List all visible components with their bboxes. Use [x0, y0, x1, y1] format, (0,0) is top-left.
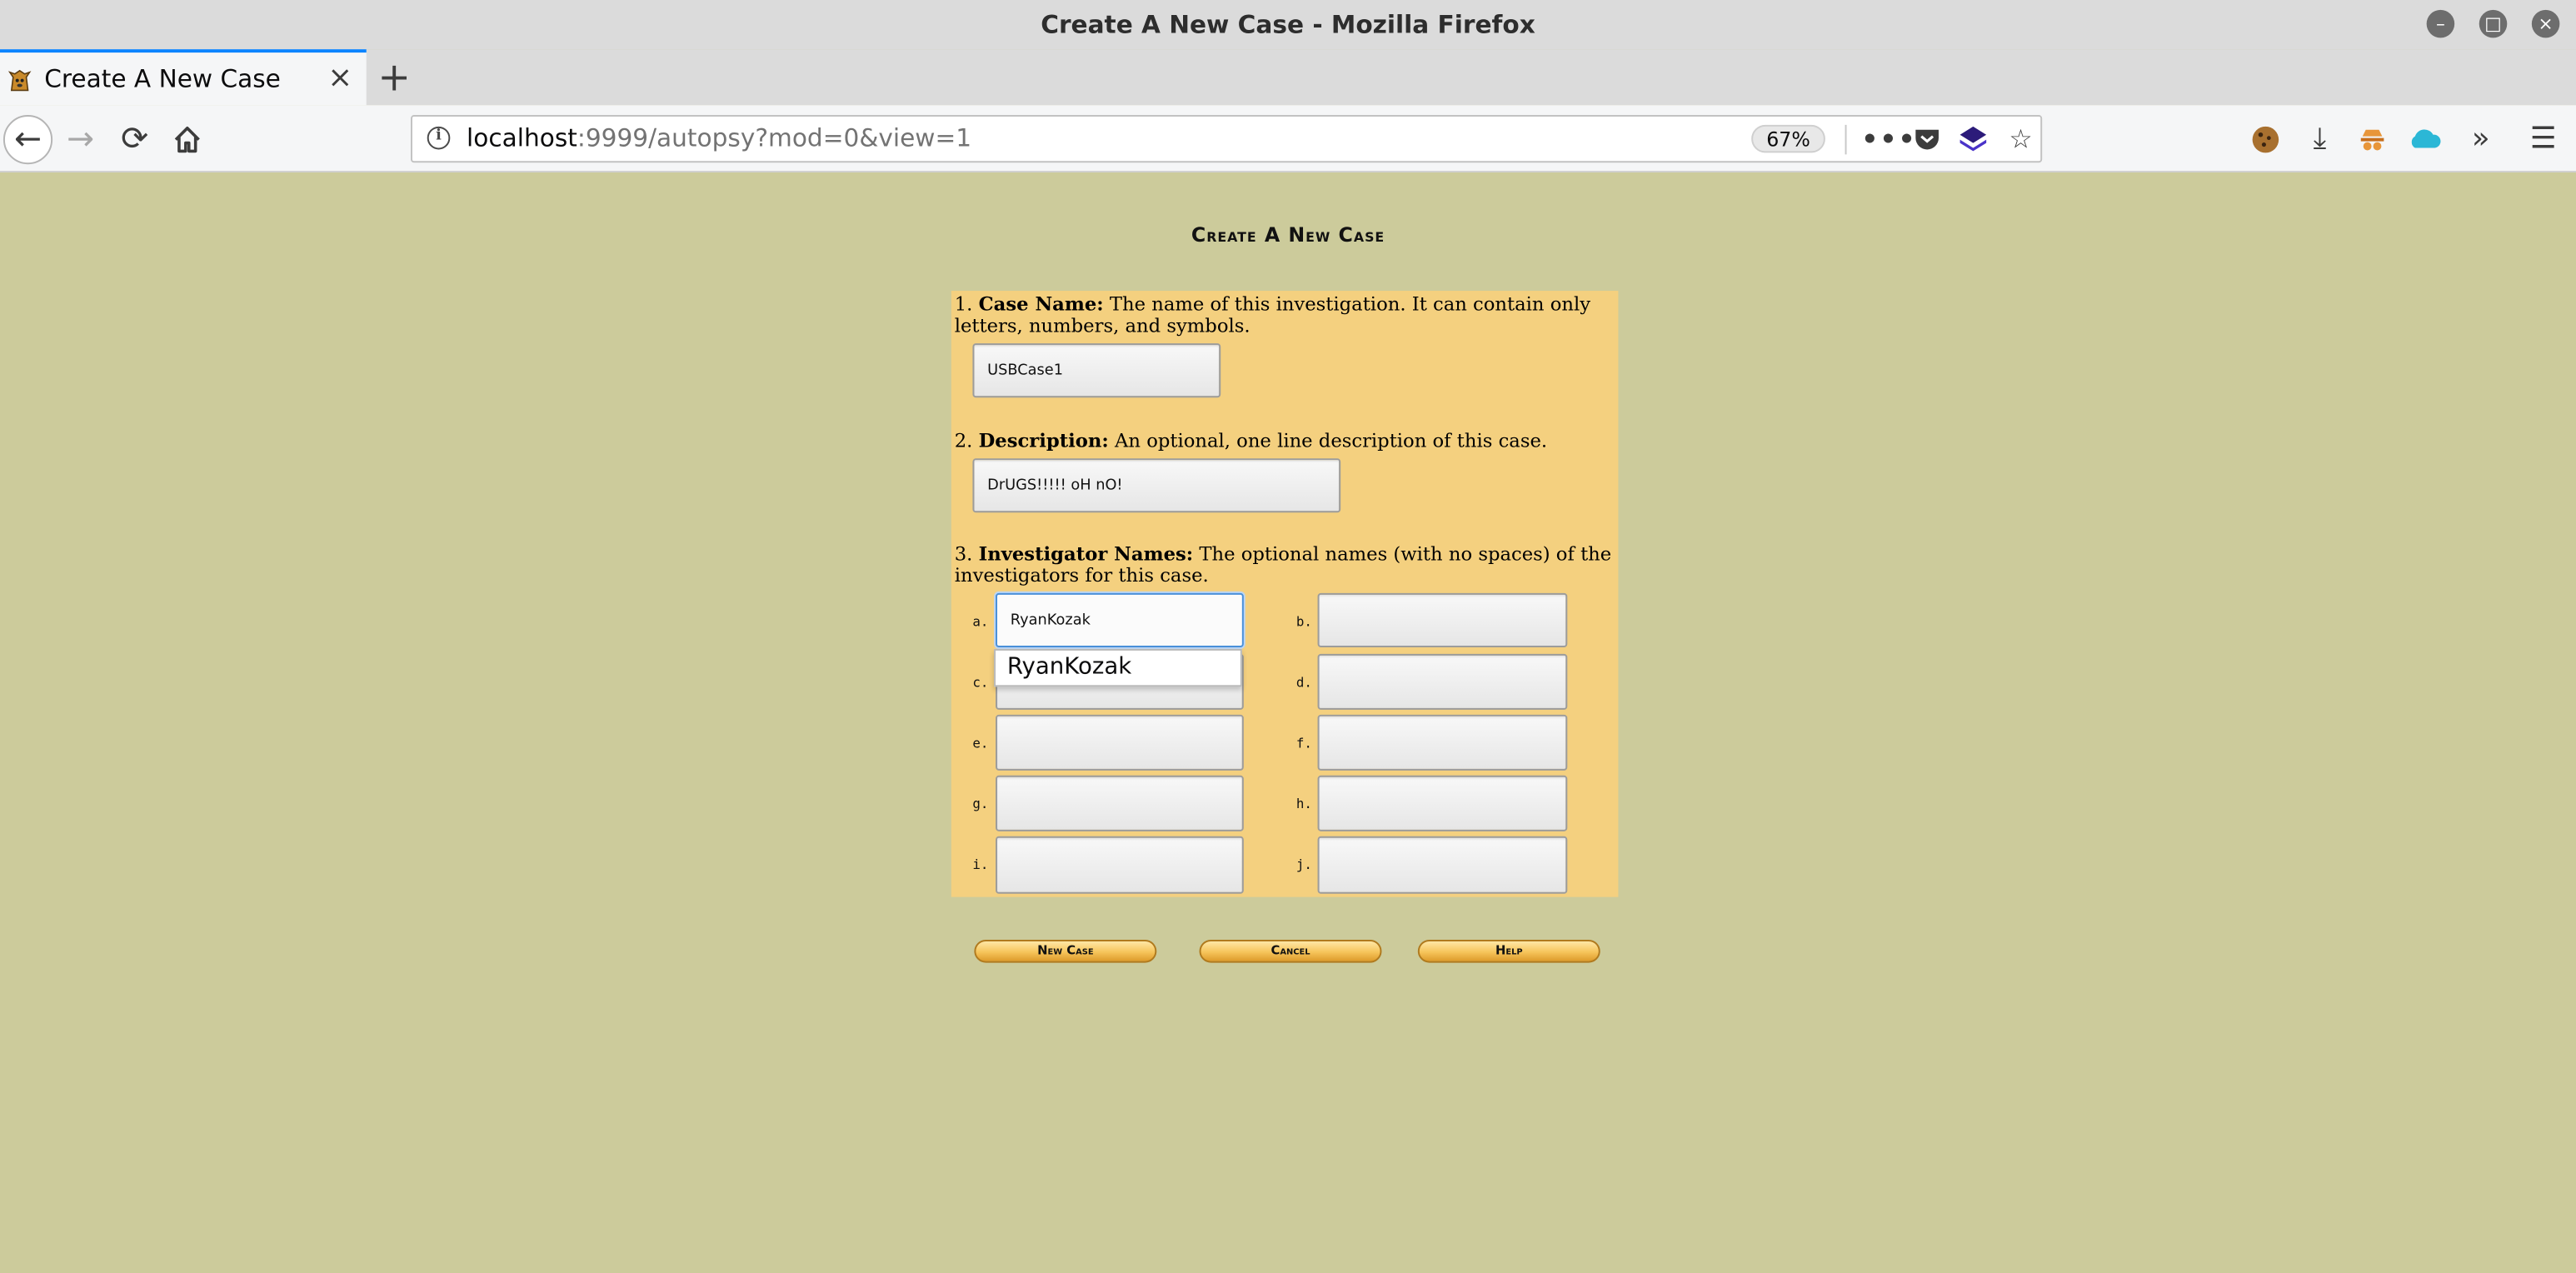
question-title: Description:	[978, 428, 1109, 452]
overflow-chevron-icon[interactable]: »	[2459, 118, 2502, 161]
investigator-input-g[interactable]	[996, 775, 1244, 831]
url-text[interactable]: localhost:9999/autopsy?mod=0&view=1	[467, 117, 971, 161]
investigator-letter-g: g.	[972, 796, 989, 812]
autopsy-dog-icon	[7, 69, 32, 92]
investigator-letter-e: e.	[972, 736, 989, 751]
question-number: 3.	[954, 542, 973, 566]
description-input[interactable]: DrUGS!!!!! oH nO!	[972, 458, 1341, 513]
page-actions-icon[interactable]: •••	[1861, 122, 1915, 157]
back-button[interactable]: ←	[2, 115, 53, 165]
investigator-input-i[interactable]	[996, 836, 1244, 894]
investigator-input-e[interactable]	[996, 714, 1244, 771]
question-description: An optional, one line description of thi…	[1108, 428, 1548, 452]
help-button[interactable]: Help	[1417, 939, 1600, 963]
question-number: 1.	[954, 292, 973, 316]
new-tab-button[interactable]: +	[377, 56, 412, 98]
tab-create-case[interactable]: Create A New Case ×	[0, 49, 367, 106]
bookmark-star-icon[interactable]: ☆	[2003, 122, 2039, 157]
investigator-letter-a: a.	[972, 614, 989, 630]
autocomplete-suggestion[interactable]: RyanKozak	[994, 648, 1242, 687]
tab-title: Create A New Case	[44, 63, 281, 94]
investigator-input-a[interactable]: RyanKozak	[996, 592, 1244, 647]
investigator-letter-c: c.	[972, 675, 989, 691]
close-icon[interactable]: ×	[2531, 9, 2560, 38]
pocket-icon[interactable]	[1912, 125, 1941, 154]
tab-close-icon[interactable]: ×	[325, 62, 354, 95]
question-number: 2.	[954, 428, 973, 452]
investigator-letter-h: h.	[1295, 796, 1312, 812]
investigator-letter-d: d.	[1295, 675, 1312, 691]
maximize-icon[interactable]: □	[2479, 9, 2508, 38]
cookie-icon[interactable]	[2249, 123, 2282, 156]
cloud-icon[interactable]	[2407, 123, 2443, 156]
investigator-input-j[interactable]	[1317, 836, 1568, 894]
url-path: :9999/autopsy?mod=0&view=1	[577, 122, 972, 153]
question-title: Investigator Names:	[978, 542, 1194, 566]
investigator-letter-b: b.	[1295, 614, 1312, 630]
menu-icon[interactable]: ☰	[2522, 118, 2564, 161]
url-host: localhost	[467, 122, 577, 153]
zoom-level-badge[interactable]: 67%	[1751, 124, 1825, 153]
site-info-icon[interactable]: i	[427, 126, 451, 150]
investigator-names-label: 3. Investigator Names: The optional name…	[954, 542, 1612, 587]
home-button[interactable]	[171, 123, 203, 156]
window-title: Create A New Case - Mozilla Firefox	[1041, 9, 1535, 40]
question-title: Case Name:	[978, 292, 1104, 316]
investigator-letter-f: f.	[1295, 736, 1312, 751]
page-title: Create A New Case	[1191, 223, 1385, 247]
reload-button[interactable]: ⟳	[113, 117, 156, 159]
investigator-input-d[interactable]	[1317, 653, 1568, 710]
new-case-button[interactable]: New Case	[974, 939, 1157, 963]
investigator-input-b[interactable]	[1317, 592, 1568, 647]
download-icon[interactable]: ⤓	[2299, 118, 2341, 161]
case-name-input[interactable]: USBCase1	[972, 343, 1221, 398]
investigator-input-f[interactable]	[1317, 714, 1568, 771]
cancel-button[interactable]: Cancel	[1199, 939, 1382, 963]
description-label: 2. Description: An optional, one line de…	[954, 428, 1612, 452]
stack-extension-icon[interactable]	[1959, 125, 1988, 154]
minimize-icon[interactable]: –	[2426, 9, 2455, 38]
url-bar-separator	[1845, 124, 1847, 155]
investigator-letter-j: j.	[1295, 857, 1312, 873]
investigator-letter-i: i.	[972, 857, 989, 873]
investigator-input-h[interactable]	[1317, 775, 1568, 831]
url-bar[interactable]: i localhost:9999/autopsy?mod=0&view=1 67…	[411, 115, 2043, 163]
case-name-label: 1. Case Name: The name of this investiga…	[954, 292, 1612, 337]
extension-icon[interactable]	[2356, 123, 2389, 156]
forward-button[interactable]: →	[59, 117, 102, 159]
